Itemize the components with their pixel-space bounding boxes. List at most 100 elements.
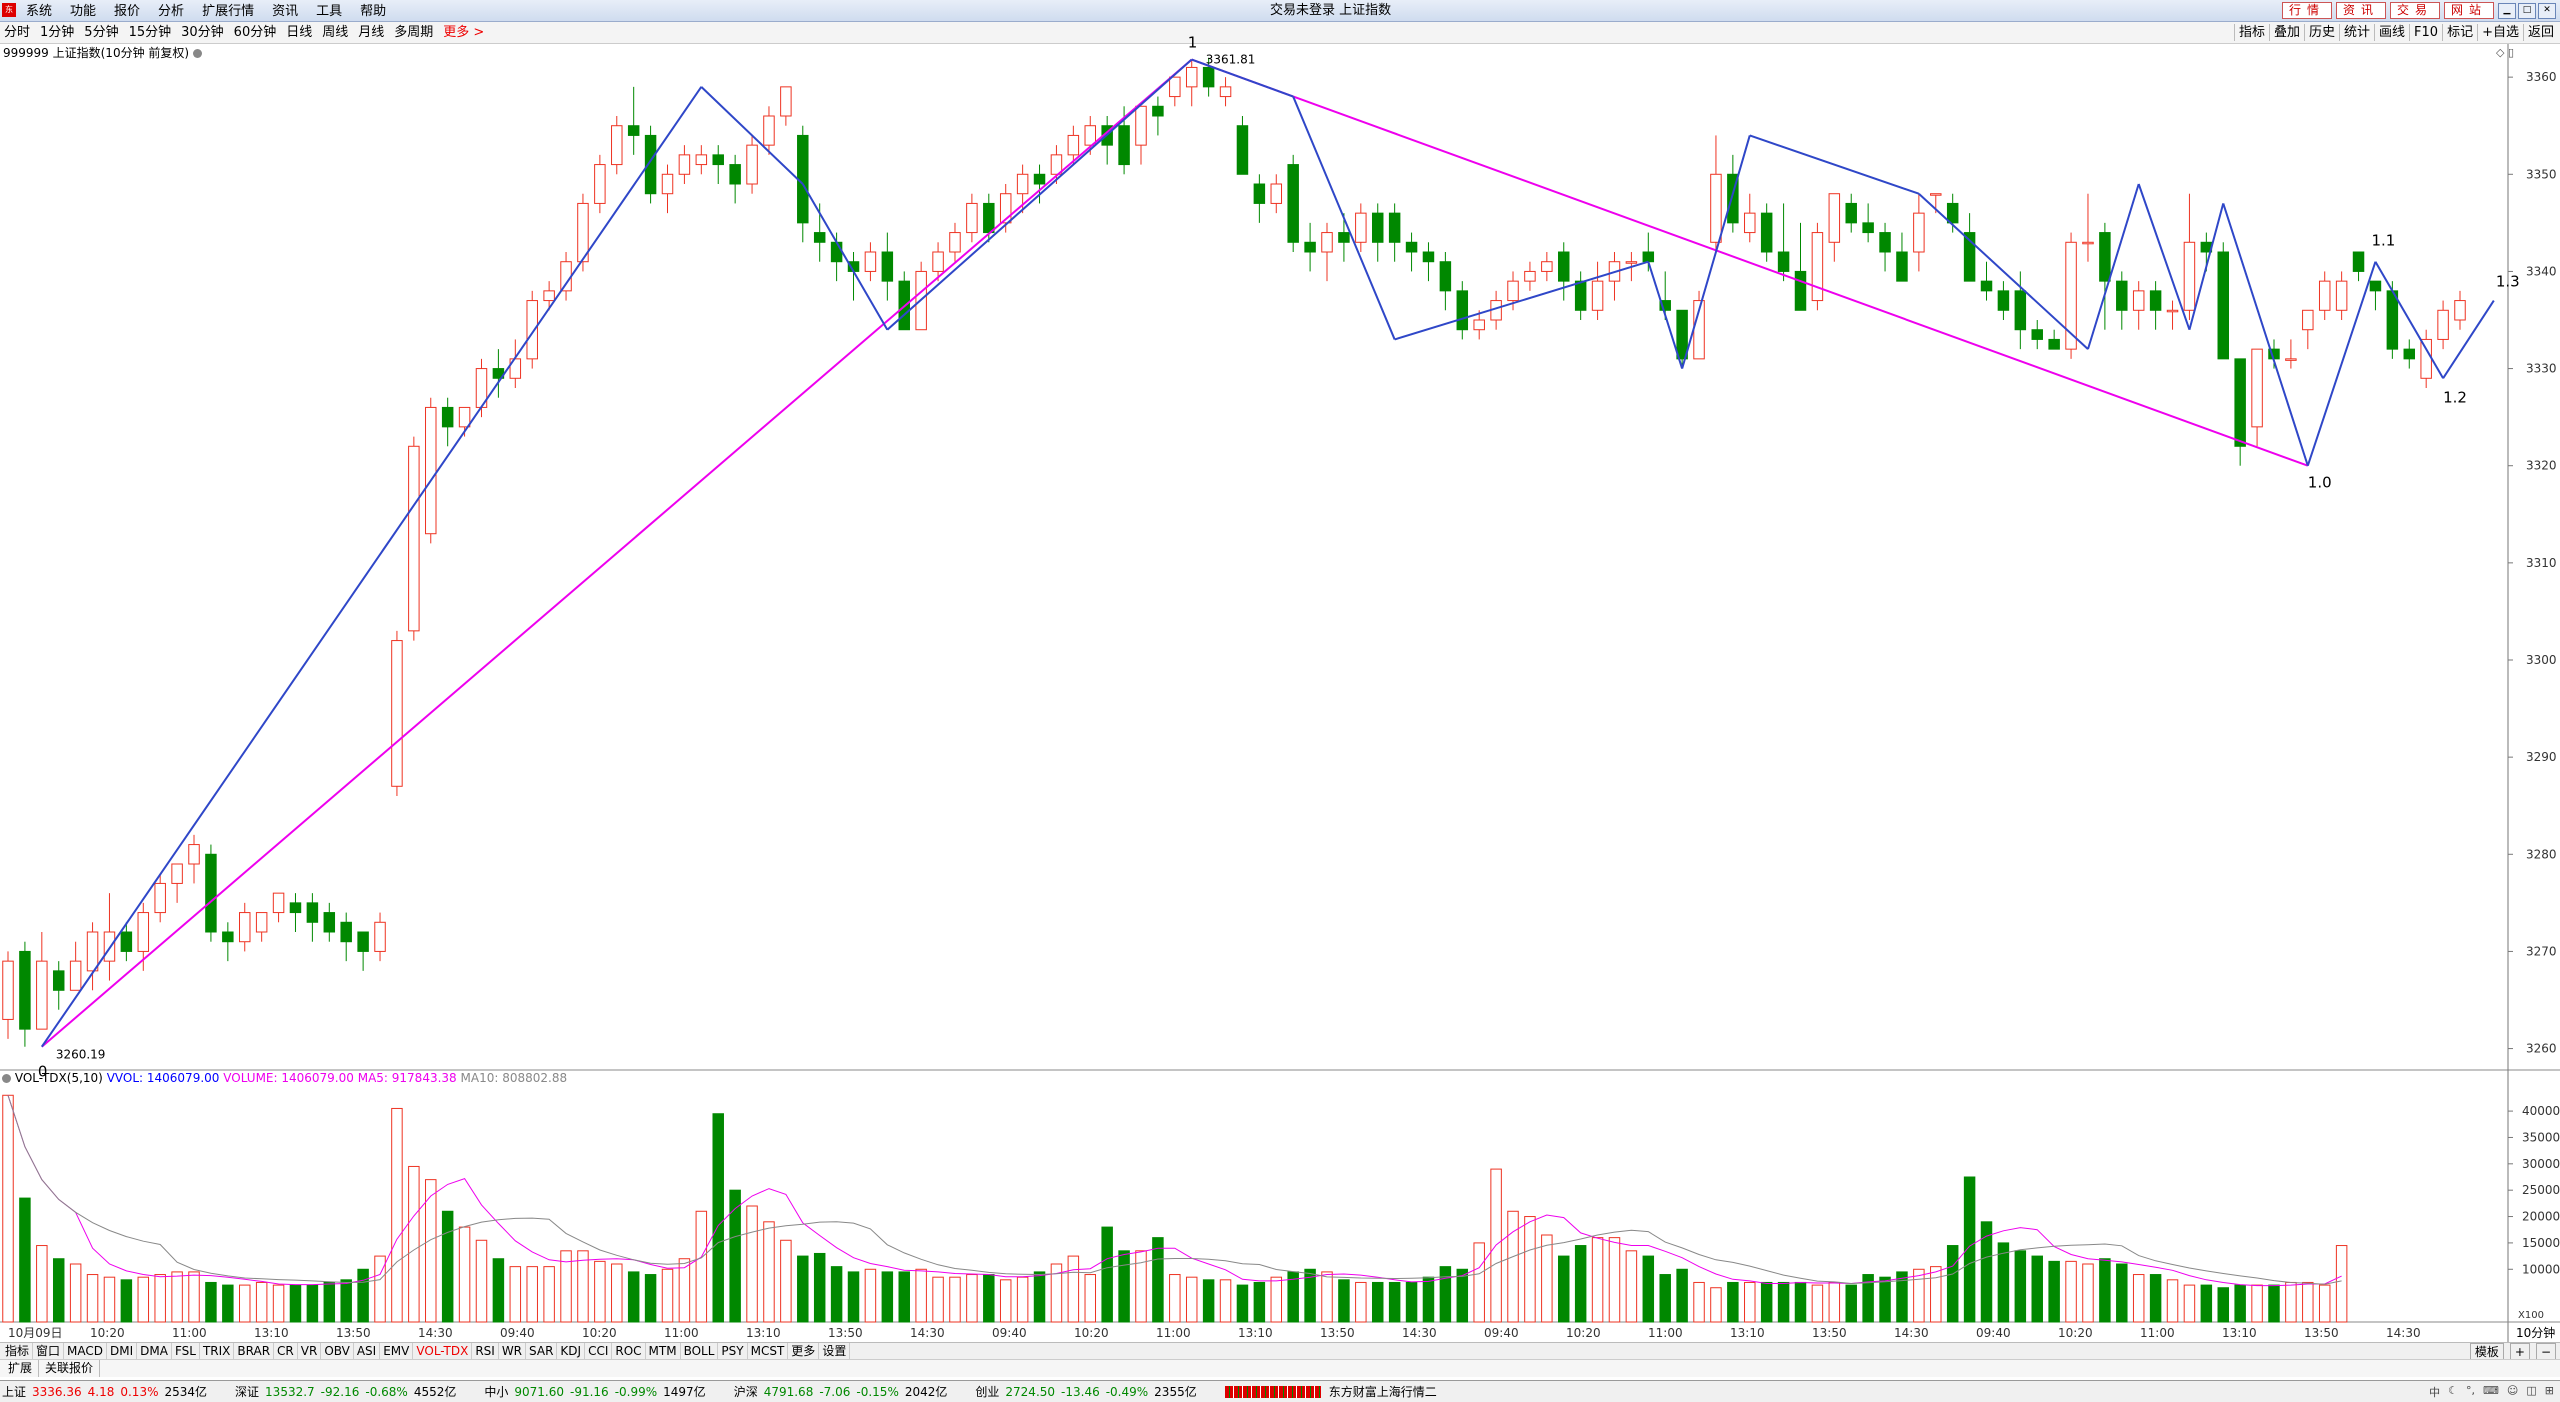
indicator-tab[interactable]: FSL — [172, 1343, 200, 1359]
quote-name: 上证 — [2, 1385, 27, 1399]
volume-bar — [1118, 1250, 1130, 1323]
indicator-tab[interactable]: CCI — [585, 1343, 613, 1359]
indicator-tab[interactable]: VOL-TDX — [413, 1343, 473, 1359]
candle-body — [1676, 309, 1688, 360]
indicator-tab[interactable]: OBV — [321, 1343, 354, 1359]
volume-bar — [1591, 1237, 1604, 1323]
indicator-tab[interactable]: KDJ — [557, 1343, 586, 1359]
indicator-tab[interactable]: MTM — [646, 1343, 681, 1359]
candle-body — [1642, 251, 1655, 263]
diamond-icon[interactable]: ◇ — [2496, 46, 2504, 59]
volume-bar — [1321, 1271, 1333, 1323]
indicator-tab[interactable]: CR — [274, 1343, 298, 1359]
punct-icon[interactable]: °, — [2466, 1384, 2475, 1400]
volume-bar — [1642, 1255, 1655, 1323]
candle-body — [1558, 251, 1570, 282]
wave-line-magenta — [41, 58, 1193, 1048]
quote-name: 深证 — [235, 1385, 260, 1399]
indicator-tab[interactable]: ASI — [354, 1343, 381, 1359]
indicator-tab[interactable]: EMV — [380, 1343, 414, 1359]
indicator-tab[interactable]: 窗口 — [33, 1343, 65, 1359]
wave-line-blue — [2087, 183, 2140, 350]
indicator-tab[interactable]: 设置 — [819, 1343, 851, 1359]
candle-body — [661, 173, 674, 195]
candle-body — [154, 882, 166, 914]
volume-bar — [69, 1263, 82, 1323]
index-quote-1[interactable]: 深证 13532.7 -92.16 -0.68% 4552亿 — [235, 1384, 462, 1400]
volume-bar — [2082, 1263, 2094, 1323]
candle-body — [1270, 183, 1283, 204]
indicator-tab[interactable]: VR — [298, 1343, 322, 1359]
candle-body — [1930, 193, 1942, 196]
volume-bar — [120, 1279, 133, 1323]
time-tick-label: 14:30 — [1402, 1326, 1437, 1340]
input-mode[interactable]: 中 — [2429, 1384, 2440, 1400]
indicator-tab[interactable]: 更多 — [788, 1343, 820, 1359]
kline-chart[interactable]: 3260 3270 3280 3290 3300 3310 3320 3330 3340 3350… — [0, 0, 2560, 1342]
candle-body — [1456, 290, 1469, 331]
indicator-settings-icon[interactable] — [2, 1074, 11, 1083]
indicator-tab[interactable]: TRIX — [200, 1343, 235, 1359]
shirt-icon[interactable]: ◫ — [2526, 1384, 2536, 1400]
volume-bar — [1456, 1268, 1469, 1323]
candle-body — [1422, 251, 1435, 263]
time-tick-label: 11:00 — [664, 1326, 699, 1340]
volume-bar — [1896, 1271, 1908, 1323]
price-tick-label: 3330 — [2526, 362, 2557, 376]
candle-body — [2116, 280, 2128, 311]
quote-amount: 1497亿 — [663, 1385, 706, 1399]
indicator-tab[interactable]: DMA — [137, 1343, 172, 1359]
candle-body — [2285, 358, 2297, 361]
candle-body — [746, 144, 758, 185]
indicator-tab[interactable]: 指标 — [2, 1343, 34, 1359]
volume-bar — [661, 1268, 674, 1323]
volume-bar — [2183, 1284, 2196, 1323]
quote-value: 3336.36 — [32, 1385, 82, 1399]
index-quote-3[interactable]: 沪深 4791.68 -7.06 -0.15% 2042亿 — [734, 1384, 954, 1400]
tab-extension[interactable]: 扩展 — [2, 1360, 40, 1377]
indicator-tab[interactable]: BOLL — [681, 1343, 719, 1359]
indicator-tab[interactable]: BRAR — [234, 1343, 275, 1359]
index-quote-2[interactable]: 中小 9071.60 -91.16 -0.99% 1497亿 — [484, 1384, 711, 1400]
volume-bar — [1693, 1281, 1705, 1323]
time-tick-label: 09:40 — [500, 1326, 535, 1340]
volume-tick-label: 20000 — [2522, 1210, 2560, 1224]
candle-body — [1946, 202, 1959, 224]
price-tick-label: 3300 — [2526, 653, 2557, 667]
volume-bar — [949, 1276, 961, 1323]
indicator-tab[interactable]: MCST — [748, 1343, 789, 1359]
indicator-tab[interactable]: MACD — [64, 1343, 108, 1359]
volume-bar — [2149, 1274, 2162, 1323]
volume-bar — [932, 1276, 944, 1323]
indicator-tab[interactable]: SAR — [526, 1343, 558, 1359]
indicator-tab[interactable]: PSY — [718, 1343, 748, 1359]
volume-bar — [340, 1279, 352, 1323]
grid-icon[interactable]: ⊞ — [2545, 1384, 2554, 1400]
price-tick-label: 3290 — [2526, 750, 2557, 764]
panel-toggle-icon[interactable]: ▯ — [2508, 46, 2514, 59]
tab-related-quotes[interactable]: 关联报价 — [39, 1360, 101, 1377]
quote-value: 2724.50 — [1005, 1385, 1056, 1399]
candle-body — [2031, 329, 2043, 340]
volume-bar — [543, 1266, 555, 1323]
volume-bar — [52, 1258, 65, 1323]
volume-bar — [441, 1210, 454, 1323]
volume-bar — [357, 1268, 369, 1323]
moon-icon[interactable]: ☾ — [2448, 1384, 2458, 1400]
keyboard-icon[interactable]: ⌨ — [2483, 1384, 2499, 1400]
volume-bar — [2234, 1284, 2246, 1323]
indicator-tab[interactable]: DMI — [107, 1343, 138, 1359]
index-quote-4[interactable]: 创业 2724.50 -13.46 -0.49% 2355亿 — [975, 1384, 1202, 1400]
user-icon[interactable]: ☺ — [2507, 1384, 2518, 1400]
quote-value: 4791.68 — [763, 1385, 814, 1399]
index-quote-0[interactable]: 上证 3336.36 4.18 0.13% 2534亿 — [2, 1384, 213, 1400]
indicator-tab[interactable]: ROC — [612, 1343, 646, 1359]
time-tick-label: 10:20 — [90, 1326, 125, 1340]
candle-body — [1473, 319, 1485, 331]
volume-bar — [1016, 1276, 1029, 1323]
indicator-tab[interactable]: RSI — [472, 1343, 499, 1359]
chart-settings-icon[interactable] — [193, 49, 203, 58]
volume-bar — [1608, 1237, 1621, 1323]
candle-body — [1118, 125, 1130, 166]
indicator-tab[interactable]: WR — [499, 1343, 527, 1359]
